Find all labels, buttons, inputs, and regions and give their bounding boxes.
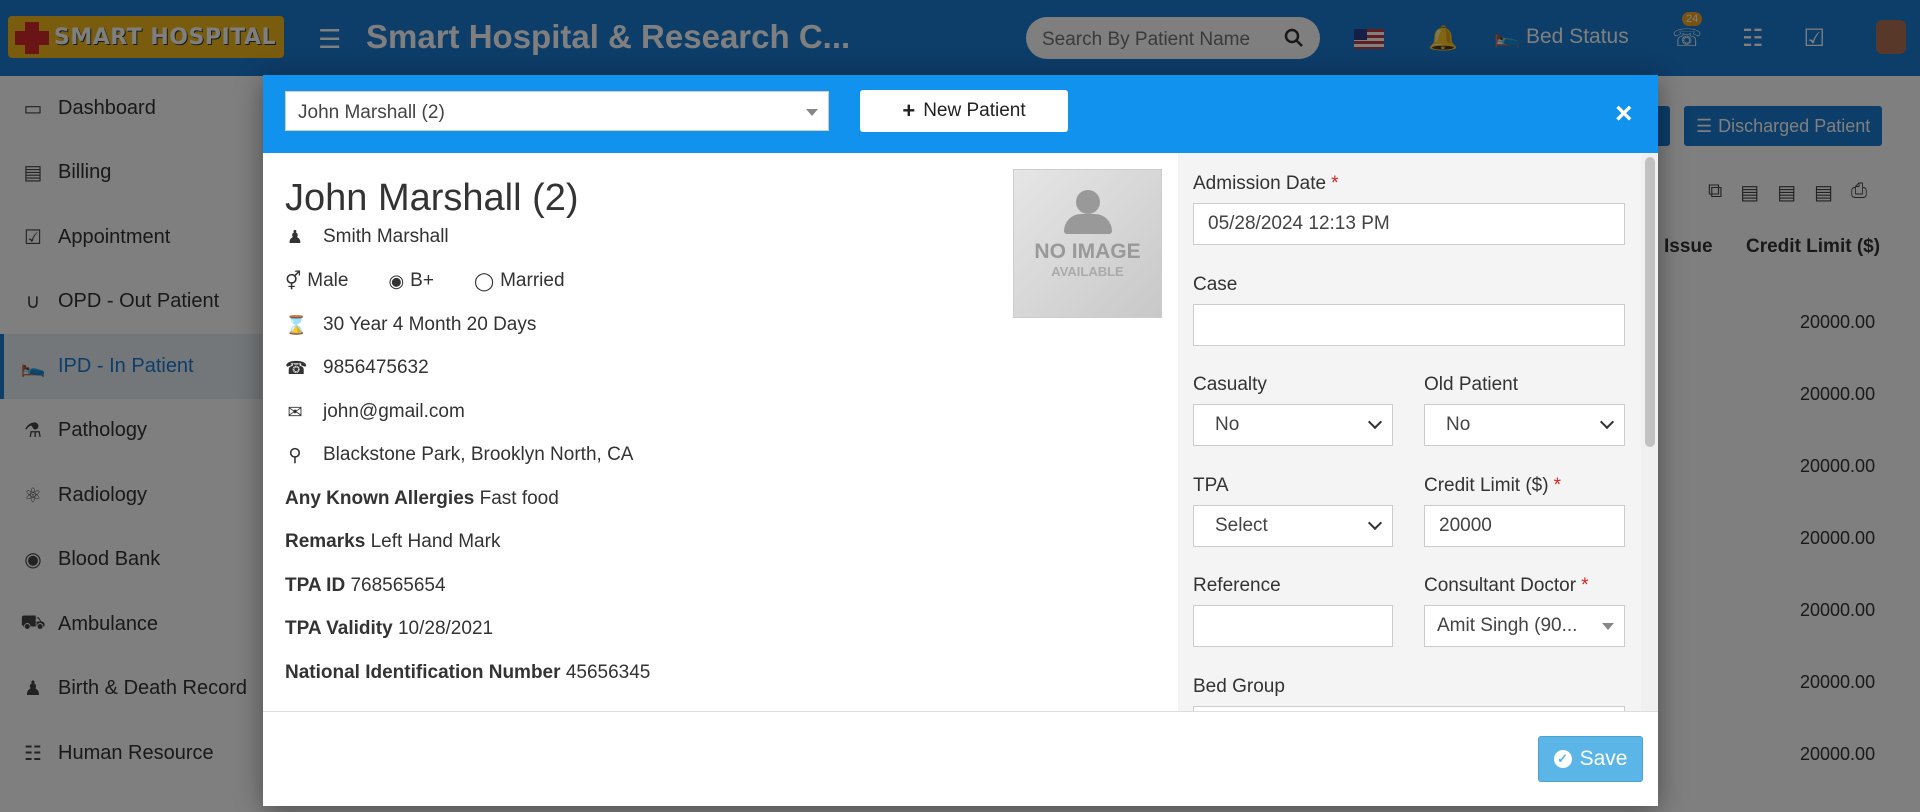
tpa-validity-value: 10/28/2021 bbox=[397, 618, 494, 639]
address-row: ⚲ Blackstone Park, Brooklyn North, CA bbox=[285, 444, 633, 466]
save-button[interactable]: ✓ Save bbox=[1538, 736, 1643, 782]
consultant-doctor-label: Consultant Doctor * bbox=[1424, 575, 1589, 596]
remarks-value: Left Hand Mark bbox=[370, 531, 501, 552]
guardian-row: ♟ Smith Marshall bbox=[285, 226, 449, 248]
allergies-value: Fast food bbox=[479, 488, 559, 509]
tpa-id-label: TPA ID bbox=[285, 575, 346, 596]
tpa-value: Select bbox=[1215, 515, 1268, 536]
no-image-text: NO IMAGE bbox=[1034, 240, 1141, 263]
guardian-icon: ♟ bbox=[286, 226, 304, 247]
hourglass-icon: ⌛ bbox=[285, 314, 308, 335]
admission-date-label: Admission Date * bbox=[1193, 173, 1339, 194]
case-label: Case bbox=[1193, 274, 1238, 295]
chevron-down-icon bbox=[1367, 515, 1383, 531]
patient-address: Blackstone Park, Brooklyn North, CA bbox=[323, 444, 634, 465]
blood-group: B+ bbox=[410, 270, 434, 291]
patient-select-value: John Marshall (2) bbox=[298, 102, 445, 123]
available-text: AVAILABLE bbox=[1051, 264, 1124, 279]
patient-details-panel: John Marshall (2) NO IMAGE AVAILABLE ♟ S… bbox=[263, 153, 1178, 711]
patient-select[interactable]: John Marshall (2) bbox=[285, 91, 829, 131]
patient-name: John Marshall (2) bbox=[285, 177, 579, 219]
admission-date-field[interactable]: 05/28/2024 12:13 PM bbox=[1193, 203, 1625, 245]
blood-drop-icon: ◉ bbox=[388, 270, 405, 291]
gender-icon: ⚥ bbox=[285, 270, 302, 291]
chevron-down-icon bbox=[1367, 414, 1383, 430]
allergies-row: Any Known Allergies Fast food bbox=[285, 488, 559, 510]
check-circle-icon: ✓ bbox=[1553, 750, 1572, 768]
credit-limit-field[interactable]: 20000 bbox=[1424, 505, 1625, 547]
allergies-label: Any Known Allergies bbox=[285, 488, 475, 509]
gender: Male bbox=[307, 270, 349, 291]
required-mark: * bbox=[1331, 173, 1339, 194]
tpa-id-value: 768565654 bbox=[350, 575, 446, 596]
old-patient-select[interactable]: No bbox=[1424, 404, 1625, 446]
credit-limit-label: Credit Limit ($) * bbox=[1424, 475, 1561, 496]
consultant-doctor-select[interactable]: Amit Singh (90... bbox=[1424, 605, 1625, 647]
reference-label: Reference bbox=[1193, 575, 1281, 596]
tpa-label: TPA bbox=[1193, 475, 1229, 496]
nin-label: National Identification Number bbox=[285, 662, 561, 683]
demographics-row: ⚥ Male ◉ B+ ◯ Married bbox=[285, 270, 605, 292]
old-patient-value: No bbox=[1446, 414, 1471, 435]
case-field[interactable] bbox=[1193, 304, 1625, 346]
marital-status: Married bbox=[500, 270, 565, 291]
patient-photo: NO IMAGE AVAILABLE bbox=[1013, 169, 1162, 318]
admission-form: Admission Date * 05/28/2024 12:13 PM Case… bbox=[1178, 153, 1658, 711]
patient-phone: 9856475632 bbox=[323, 357, 429, 378]
nin-row: National Identification Number 45656345 bbox=[285, 662, 650, 684]
bed-group-label: Bed Group bbox=[1193, 676, 1285, 697]
nin-value: 45656345 bbox=[565, 662, 651, 683]
add-ipd-patient-modal: John Marshall (2) + New Patient × John M… bbox=[263, 75, 1658, 806]
tpa-select[interactable]: Select bbox=[1193, 505, 1393, 547]
user-placeholder-icon bbox=[1058, 190, 1118, 234]
ring-icon: ◯ bbox=[473, 270, 495, 291]
guardian-name: Smith Marshall bbox=[323, 226, 449, 247]
modal-footer: ✓ Save bbox=[263, 711, 1658, 806]
reference-field[interactable] bbox=[1193, 605, 1393, 647]
modal-header: John Marshall (2) + New Patient × bbox=[263, 75, 1658, 153]
casualty-label: Casualty bbox=[1193, 374, 1267, 395]
scrollbar-thumb[interactable] bbox=[1645, 157, 1655, 447]
form-scrollbar[interactable] bbox=[1641, 153, 1658, 711]
save-label: Save bbox=[1579, 747, 1628, 770]
required-mark: * bbox=[1581, 575, 1589, 596]
chevron-down-icon bbox=[1599, 414, 1615, 430]
new-patient-label: New Patient bbox=[923, 100, 1026, 121]
consultant-doctor-value: Amit Singh (90... bbox=[1437, 615, 1578, 636]
casualty-value: No bbox=[1215, 414, 1240, 435]
dropdown-caret-icon bbox=[1602, 623, 1614, 630]
casualty-select[interactable]: No bbox=[1193, 404, 1393, 446]
old-patient-label: Old Patient bbox=[1424, 374, 1518, 395]
plus-icon: + bbox=[902, 98, 916, 123]
close-icon[interactable]: × bbox=[1615, 97, 1633, 131]
tpa-validity-label: TPA Validity bbox=[285, 618, 393, 639]
phone-row: ☎ 9856475632 bbox=[285, 357, 429, 379]
tpa-validity-row: TPA Validity 10/28/2021 bbox=[285, 618, 493, 640]
remarks-row: Remarks Left Hand Mark bbox=[285, 531, 500, 553]
tpa-id-row: TPA ID 768565654 bbox=[285, 575, 446, 597]
patient-age: 30 Year 4 Month 20 Days bbox=[323, 314, 537, 335]
envelope-icon: ✉ bbox=[287, 401, 303, 422]
new-patient-button[interactable]: + New Patient bbox=[860, 90, 1068, 132]
email-row: ✉ john@gmail.com bbox=[285, 401, 465, 423]
patient-email: john@gmail.com bbox=[323, 401, 465, 422]
remarks-label: Remarks bbox=[285, 531, 366, 552]
age-row: ⌛ 30 Year 4 Month 20 Days bbox=[285, 314, 536, 336]
required-mark: * bbox=[1553, 475, 1561, 496]
phone-icon: ☎ bbox=[285, 357, 308, 378]
dropdown-caret-icon bbox=[806, 109, 818, 116]
location-icon: ⚲ bbox=[288, 444, 302, 465]
